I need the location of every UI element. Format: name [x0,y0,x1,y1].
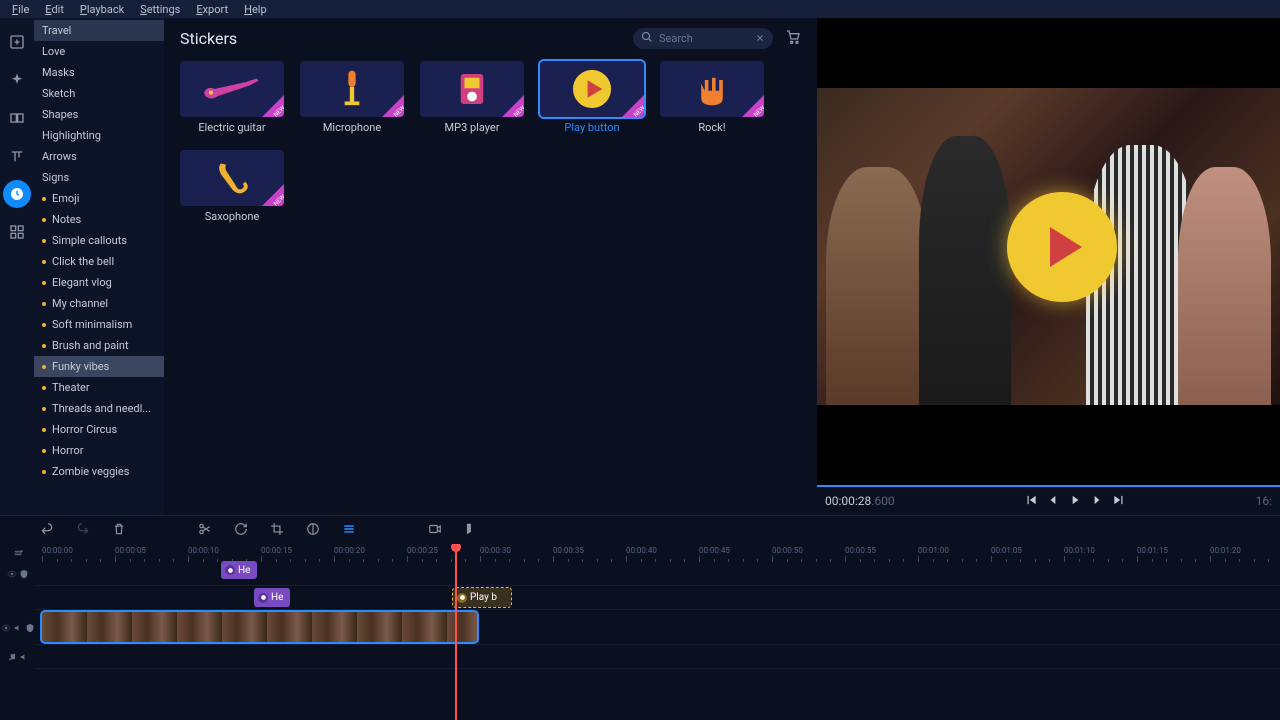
category-horror-circus[interactable]: Horror Circus [34,419,164,440]
menu-file[interactable]: File [4,1,37,18]
title-clip-2[interactable]: He [254,588,290,607]
timeline-tracks[interactable]: 00:00:0000:00:0500:00:1000:00:1500:00:20… [36,544,1280,720]
menu-export[interactable]: Export [188,1,236,18]
title-clip-1[interactable]: He [221,561,257,579]
category-click-the-bell[interactable]: Click the bell [34,251,164,272]
track-toggle-title[interactable] [0,562,36,586]
category-threads-and-needl-[interactable]: Threads and needl... [34,398,164,419]
menu-playback[interactable]: Playback [72,1,132,18]
sticker-microphone[interactable]: Microphone [300,61,404,134]
menu-settings[interactable]: Settings [132,1,188,18]
video-track[interactable] [36,610,1280,645]
category-my-channel[interactable]: My channel [34,293,164,314]
sticker-grid: Electric guitarMicrophoneMP3 playerPlay … [180,61,801,223]
rotate-button[interactable] [234,522,248,539]
redo-button[interactable] [76,522,90,539]
overlay-track[interactable]: He Play b [36,586,1280,610]
tool-rail [0,18,34,515]
tool-more[interactable] [3,218,31,246]
timecode: 00:00:28.600 [825,494,895,508]
prev-frame-button[interactable] [1044,491,1062,512]
video-clip[interactable] [42,612,477,642]
menu-edit[interactable]: Edit [37,1,72,18]
title-track[interactable]: He [36,562,1280,586]
duration: 16: [1256,494,1272,508]
tool-filters[interactable] [3,66,31,94]
clear-search-icon[interactable] [755,32,765,46]
goto-end-button[interactable] [1110,491,1128,512]
category-notes[interactable]: Notes [34,209,164,230]
search-icon [641,31,653,46]
sticker-electric-guitar[interactable]: Electric guitar [180,61,284,134]
preview-video-frame[interactable] [817,88,1280,405]
category-soft-minimalism[interactable]: Soft minimalism [34,314,164,335]
track-toggle-audio[interactable] [0,645,36,669]
sticker-mp-player[interactable]: MP3 player [420,61,524,134]
category-arrows[interactable]: Arrows [34,146,164,167]
color-button[interactable] [306,522,320,539]
content-title: Stickers [180,29,237,48]
category-horror[interactable]: Horror [34,440,164,461]
category-sketch[interactable]: Sketch [34,83,164,104]
undo-button[interactable] [40,522,54,539]
split-button[interactable] [198,522,212,539]
category-shapes[interactable]: Shapes [34,104,164,125]
timeline-toolbar [0,516,1280,544]
cart-icon[interactable] [785,29,801,48]
clip-properties-button[interactable] [342,522,356,539]
category-brush-and-paint[interactable]: Brush and paint [34,335,164,356]
record-button[interactable] [428,522,442,539]
category-travel[interactable]: Travel [34,20,164,41]
play-button[interactable] [1066,491,1084,512]
add-track-button[interactable] [0,544,36,562]
playhead[interactable] [455,544,457,720]
sticker-rock-[interactable]: Rock! [660,61,764,134]
track-toggle-video[interactable] [0,610,36,645]
tool-stickers[interactable] [3,180,31,208]
sticker-clip[interactable]: Play b [453,588,511,607]
category-emoji[interactable]: Emoji [34,188,164,209]
menubar: FileEditPlaybackSettingsExportHelp [0,0,1280,18]
category-funky-vibes[interactable]: Funky vibes [34,356,164,377]
category-theater[interactable]: Theater [34,377,164,398]
category-list[interactable]: TravelLoveMasksSketchShapesHighlightingA… [34,18,164,515]
menu-help[interactable]: Help [236,1,275,18]
category-elegant-vlog[interactable]: Elegant vlog [34,272,164,293]
timeline-ruler[interactable]: 00:00:0000:00:0500:00:1000:00:1500:00:20… [36,544,1280,562]
tool-import[interactable] [3,28,31,56]
audio-track[interactable] [36,645,1280,669]
play-button-sticker[interactable] [1007,192,1117,302]
tool-titles[interactable] [3,142,31,170]
category-simple-callouts[interactable]: Simple callouts [34,230,164,251]
crop-button[interactable] [270,522,284,539]
preview-panel: 00:00:28.600 16: [817,18,1280,515]
category-masks[interactable]: Masks [34,62,164,83]
category-love[interactable]: Love [34,41,164,62]
tool-transitions[interactable] [3,104,31,132]
marker-button[interactable] [464,522,478,539]
category-signs[interactable]: Signs [34,167,164,188]
sticker-saxophone[interactable]: Saxophone [180,150,284,223]
sticker-play-button[interactable]: Play button [540,61,644,134]
category-zombie-veggies[interactable]: Zombie veggies [34,461,164,482]
next-frame-button[interactable] [1088,491,1106,512]
category-highlighting[interactable]: Highlighting [34,125,164,146]
delete-button[interactable] [112,522,126,539]
search-input[interactable] [659,32,749,45]
track-toggle-overlay[interactable] [0,586,36,610]
search-box[interactable] [633,28,773,49]
goto-start-button[interactable] [1022,491,1040,512]
